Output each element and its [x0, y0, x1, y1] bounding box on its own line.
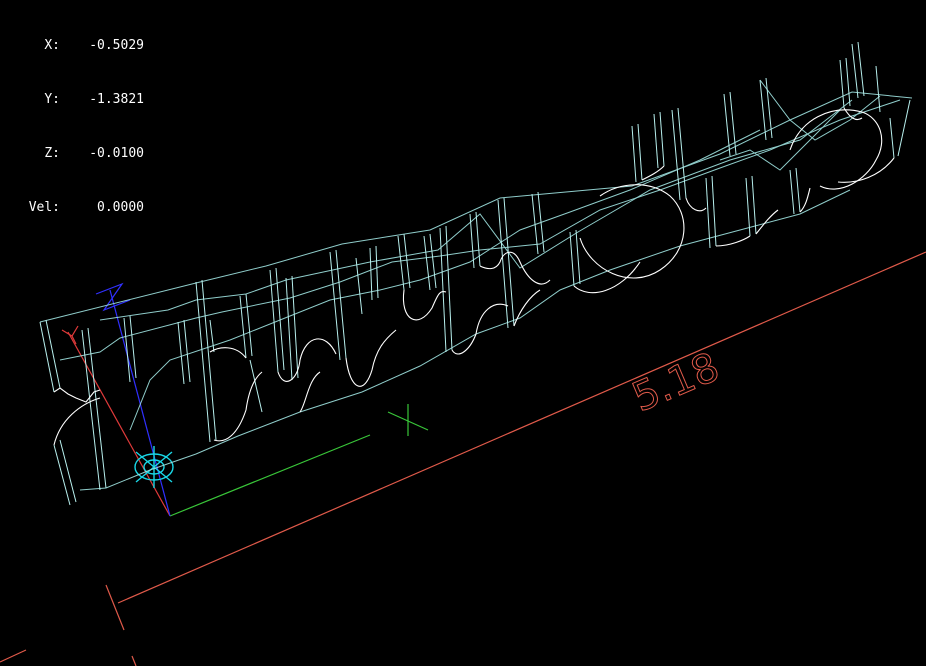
feed-moves [53, 107, 895, 446]
gcode-preview-viewport[interactable]: X: -0.5029 Y: -1.3821 Z: -0.0100 Vel: 0.… [0, 0, 926, 666]
tool-position-marker [134, 446, 174, 488]
extent-tick-bottom-2 [131, 655, 137, 666]
axis-x-line [169, 434, 371, 517]
plunge-lines [39, 41, 911, 506]
extent-tick-bottom [0, 649, 27, 663]
axis-z-line [109, 289, 171, 517]
rapid-moves [39, 79, 913, 491]
axis-y-marker [61, 325, 79, 345]
extent-tick-left [105, 584, 125, 631]
origin-axes [61, 282, 429, 517]
axis-y-line [67, 331, 171, 517]
extent-line [117, 251, 926, 604]
axis-x-label-text: X [0, 0, 1, 1]
axis-z-marker [95, 282, 131, 312]
toolpath-canvas[interactable]: 5.18 X [0, 0, 926, 666]
toolpath-wireframe [39, 41, 913, 506]
extents-dimension-label: 5.18 [626, 344, 726, 421]
